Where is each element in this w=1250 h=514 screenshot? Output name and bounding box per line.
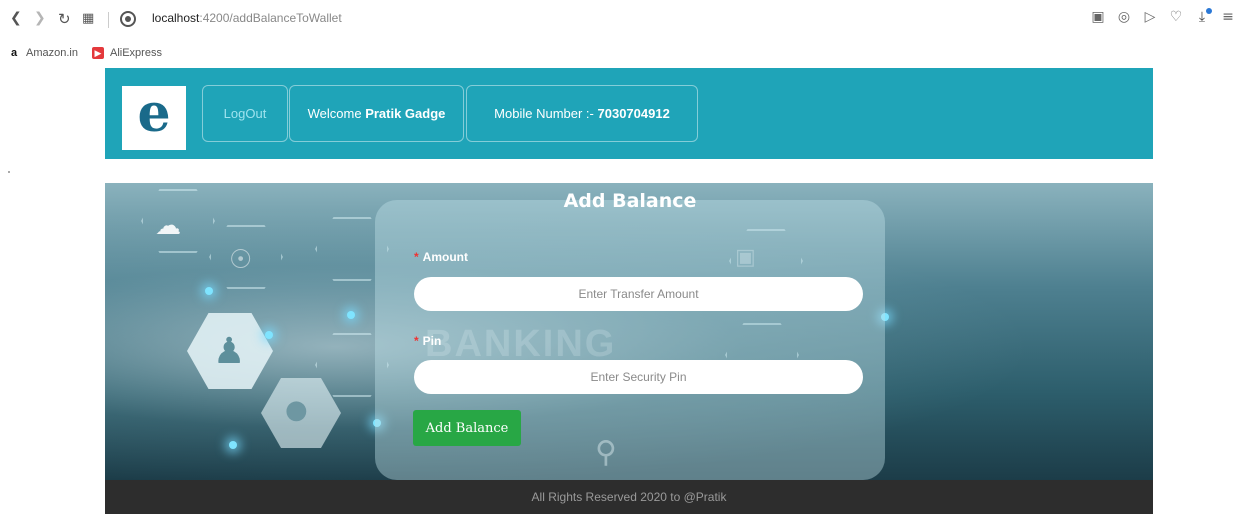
- bookmark-label: Amazon.in: [26, 47, 78, 59]
- user-icon: ♟: [213, 331, 246, 372]
- page-footer: All Rights Reserved 2020 to @Pratik: [105, 480, 1153, 514]
- globe-icon: ☉: [229, 245, 253, 275]
- mobile-box: Mobile Number :- 7030704912: [466, 85, 698, 142]
- bookmark-label: AliExpress: [109, 47, 162, 59]
- tabs-icon[interactable]: ▦: [82, 11, 94, 26]
- heart-icon[interactable]: ♡: [1168, 9, 1184, 25]
- browser-toolbar: ❮ ❯ ↻ ▦ localhost:4200/addBalanceToWalle…: [0, 0, 1250, 40]
- stray-dot: [8, 171, 10, 173]
- logo-letter: e: [137, 83, 171, 144]
- shield-icon[interactable]: ◎: [1116, 9, 1132, 25]
- required-marker: *: [414, 334, 419, 348]
- form-title: Add Balance: [563, 190, 697, 212]
- url-host: localhost: [152, 11, 200, 25]
- amount-label-text: Amount: [422, 250, 468, 264]
- menu-icon[interactable]: ≡: [1220, 9, 1236, 25]
- amount-label: * Amount: [414, 250, 468, 264]
- reload-icon[interactable]: ↻: [58, 10, 71, 28]
- welcome-prefix: Welcome: [307, 106, 362, 121]
- logout-button[interactable]: LogOut: [202, 85, 288, 142]
- url-path: :4200/addBalanceToWallet: [199, 11, 342, 25]
- mobile-prefix: Mobile Number :-: [494, 106, 594, 121]
- screenshot-icon[interactable]: ▣: [1090, 9, 1106, 25]
- add-balance-button[interactable]: Add Balance: [413, 410, 521, 446]
- mobile-number: 7030704912: [597, 106, 670, 121]
- glow-dot: [229, 441, 237, 449]
- back-icon[interactable]: ❮: [10, 10, 22, 26]
- site-info-icon[interactable]: [120, 11, 136, 27]
- pin-label-text: Pin: [422, 334, 442, 348]
- pin-label: * Pin: [414, 334, 441, 348]
- toolbar-divider: [108, 12, 109, 28]
- download-icon[interactable]: ⤓: [1194, 8, 1212, 25]
- piggy-bank-icon: ●: [285, 395, 308, 425]
- aliexpress-icon: ▶: [91, 47, 104, 59]
- bookmark-amazon[interactable]: a Amazon.in: [8, 47, 78, 59]
- app-header: e LogOut Welcome Pratik Gadge Mobile Num…: [105, 68, 1153, 159]
- glow-dot: [347, 311, 355, 319]
- glow-dot: [205, 287, 213, 295]
- user-name: Pratik Gadge: [365, 106, 446, 121]
- glow-dot: [265, 331, 273, 339]
- pin-input[interactable]: [414, 360, 863, 394]
- bookmark-aliexpress[interactable]: ▶ AliExpress: [91, 47, 162, 59]
- play-icon[interactable]: ▷: [1142, 9, 1158, 25]
- bookmarks-bar: a Amazon.in ▶ AliExpress: [0, 40, 1250, 66]
- app-logo[interactable]: e: [122, 86, 186, 150]
- amount-input[interactable]: [414, 277, 863, 311]
- forward-icon[interactable]: ❯: [34, 10, 46, 26]
- cloud-icon: ☁: [155, 211, 181, 241]
- welcome-box: Welcome Pratik Gadge: [289, 85, 464, 142]
- address-bar[interactable]: localhost:4200/addBalanceToWallet: [152, 11, 342, 25]
- amazon-icon: a: [10, 47, 18, 59]
- required-marker: *: [414, 250, 419, 264]
